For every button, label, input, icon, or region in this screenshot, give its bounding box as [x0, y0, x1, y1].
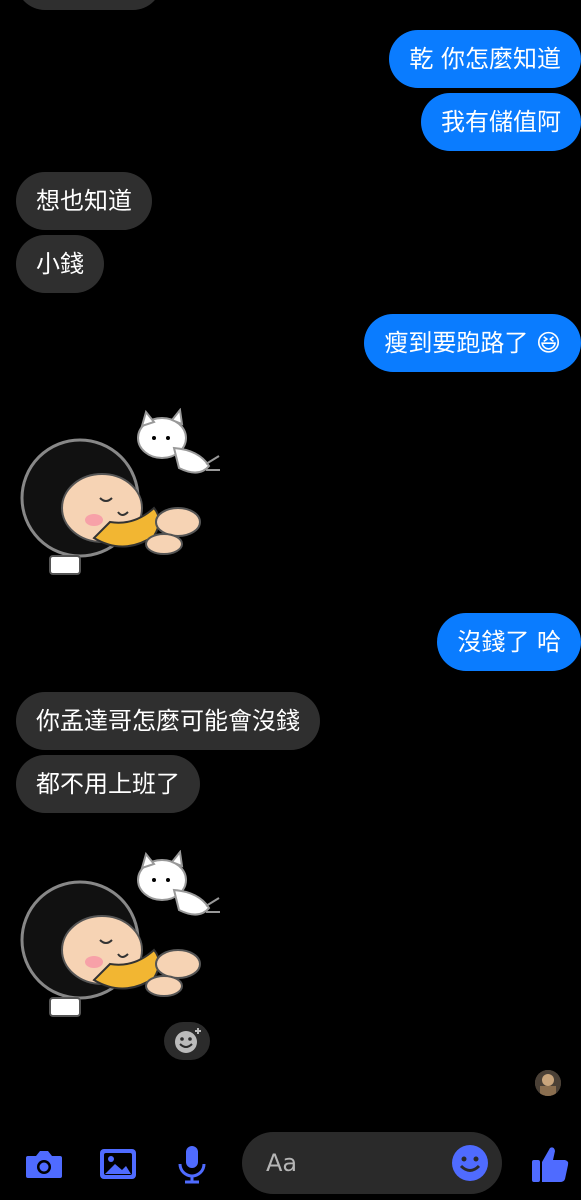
add-reaction-button[interactable]: [164, 1022, 210, 1060]
gallery-icon[interactable]: [96, 1142, 140, 1186]
message-bubble-outgoing[interactable]: 乾 你怎麼知道: [389, 30, 581, 88]
message-composer: Aa: [0, 1120, 581, 1200]
camera-icon[interactable]: [22, 1142, 66, 1186]
sticker-girl-with-cat[interactable]: [14, 407, 224, 588]
message-bubble-incoming[interactable]: 想也知道: [16, 172, 152, 230]
avatar-image: [535, 1070, 561, 1096]
message-bubble-incoming[interactable]: 都不用上班了: [16, 755, 200, 813]
grinning-squinting-emoji: 😆: [535, 329, 561, 357]
seen-avatar: [535, 1070, 561, 1096]
message-bubble-incoming[interactable]: 你孟達哥怎麼可能會沒錢: [16, 692, 320, 750]
sticker-girl-with-cat-image: [20, 407, 220, 575]
emoji-icon[interactable]: [448, 1141, 492, 1185]
message-input-placeholder: Aa: [266, 1149, 298, 1177]
message-bubble-incoming[interactable]: 小錢: [16, 235, 104, 293]
sticker-girl-with-cat[interactable]: [14, 849, 224, 1030]
microphone-icon[interactable]: [170, 1142, 214, 1186]
add-reaction-icon: [175, 1028, 201, 1053]
message-bubble-outgoing[interactable]: 我有儲值阿: [421, 93, 581, 151]
message-bubble-outgoing[interactable]: 沒錢了 哈: [437, 613, 581, 671]
sticker-girl-with-cat-image: [20, 849, 220, 1017]
thumbs-up-icon[interactable]: [528, 1142, 572, 1186]
message-bubble-incoming-partial[interactable]: [16, 0, 162, 10]
message-bubble-outgoing[interactable]: 瘦到要跑路了 😆: [364, 314, 581, 372]
message-input[interactable]: Aa: [242, 1132, 502, 1194]
message-text: 瘦到要跑路了: [384, 329, 529, 357]
